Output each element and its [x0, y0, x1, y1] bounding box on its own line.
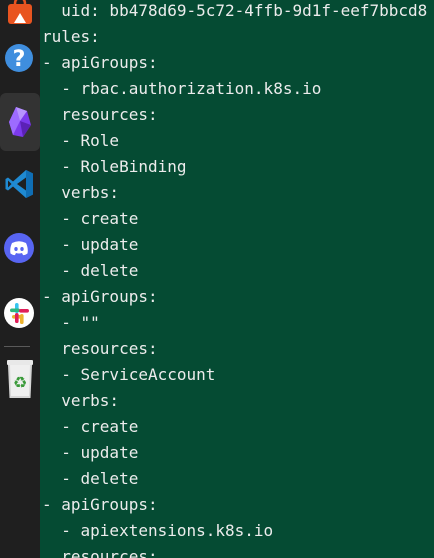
slack-icon [4, 298, 34, 328]
terminal-line: - apiGroups: [42, 53, 158, 72]
terminal-output: uid: bb478d69-5c72-4ffb-9d1f-eef7bbcd8 r… [40, 0, 434, 558]
terminal-line: - create [42, 417, 139, 436]
terminal-line: resources: [42, 339, 158, 358]
shopping-bag-icon [8, 0, 32, 24]
terminal-line: - update [42, 235, 139, 254]
help-icon: ? [5, 44, 33, 72]
terminal-line: - create [42, 209, 139, 228]
terminal-line: - delete [42, 469, 139, 488]
discord-icon [4, 233, 34, 263]
dock-separator [4, 346, 30, 347]
terminal-line: - apiextensions.k8s.io [42, 521, 274, 540]
terminal-line: - Role [42, 131, 120, 150]
terminal-line: resources: [42, 105, 158, 124]
dock-item-vscode[interactable] [0, 155, 40, 213]
terminal-line: verbs: [42, 391, 120, 410]
svg-text:♻: ♻ [13, 373, 27, 392]
dock-item-trash[interactable]: ♻ [0, 350, 40, 408]
terminal-line: rules: [42, 27, 100, 46]
terminal-line: - apiGroups: [42, 495, 158, 514]
svg-text:?: ? [13, 47, 26, 72]
obsidian-icon [9, 107, 31, 137]
trash-icon: ♻ [7, 360, 33, 398]
terminal-line: - rbac.authorization.k8s.io [42, 79, 322, 98]
dock: ? ♻ [0, 0, 40, 558]
dock-item-obsidian[interactable] [0, 93, 40, 151]
vscode-icon [5, 170, 33, 198]
dock-item-help[interactable]: ? [0, 29, 40, 87]
terminal-line: uid: bb478d69-5c72-4ffb-9d1f-eef7bbcd8 [42, 1, 428, 20]
dock-item-slack[interactable] [0, 284, 40, 342]
terminal-line: - "" [42, 313, 100, 332]
desktop-screen: ? ♻ uid: bb478d69-5c72-4ffb-9d1f-eef7bbc… [0, 0, 434, 558]
terminal-line: - apiGroups: [42, 287, 158, 306]
terminal-line: resources: [42, 547, 158, 558]
terminal-line: - delete [42, 261, 139, 280]
terminal-line: - RoleBinding [42, 157, 187, 176]
terminal-line: verbs: [42, 183, 120, 202]
dock-item-discord[interactable] [0, 219, 40, 277]
terminal-line: - ServiceAccount [42, 365, 216, 384]
terminal-line: - update [42, 443, 139, 462]
